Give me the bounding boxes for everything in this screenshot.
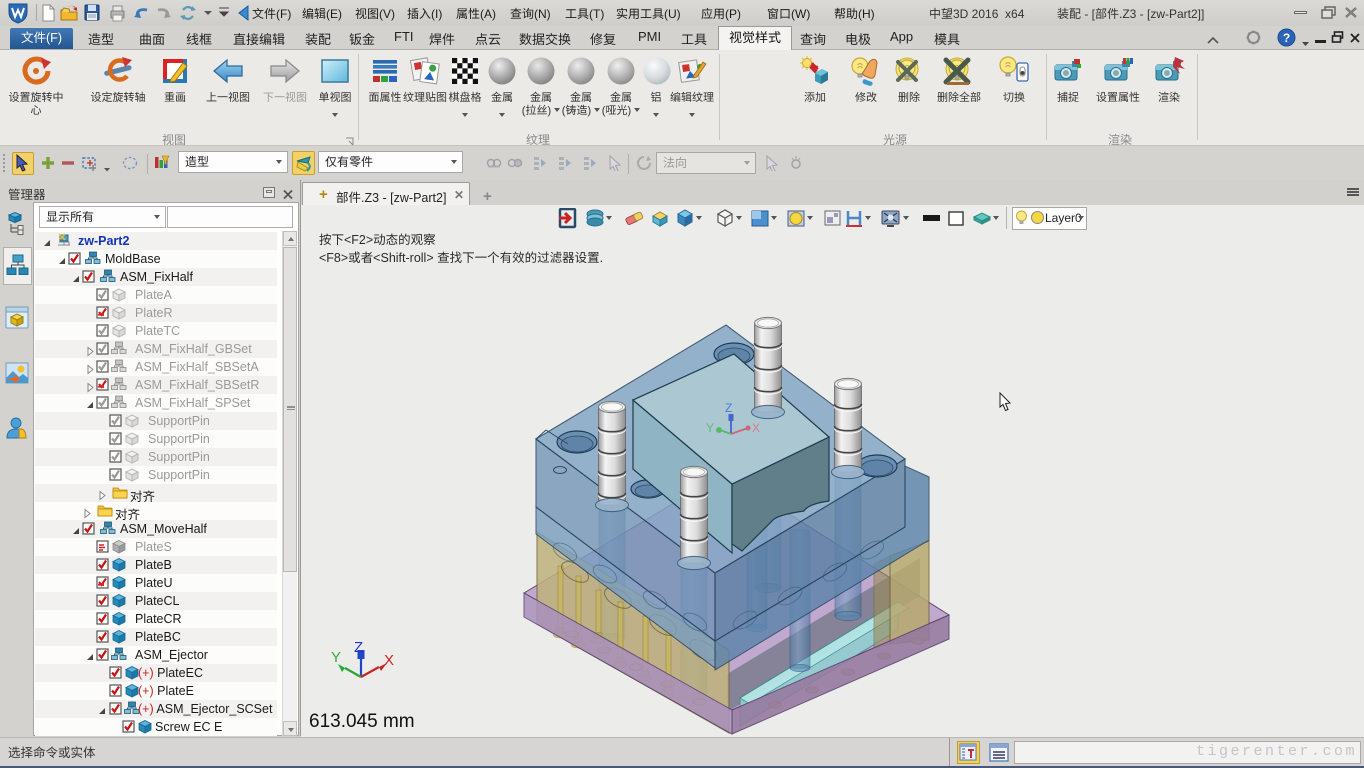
svg-text:Y: Y (331, 649, 341, 666)
svg-text:X: X (752, 421, 760, 435)
svg-text:Z: Z (354, 639, 363, 656)
svg-text:Z: Z (725, 401, 732, 415)
svg-text:?: ? (1283, 31, 1290, 45)
svg-text:X: X (384, 652, 394, 669)
svg-text:Y: Y (706, 421, 714, 435)
